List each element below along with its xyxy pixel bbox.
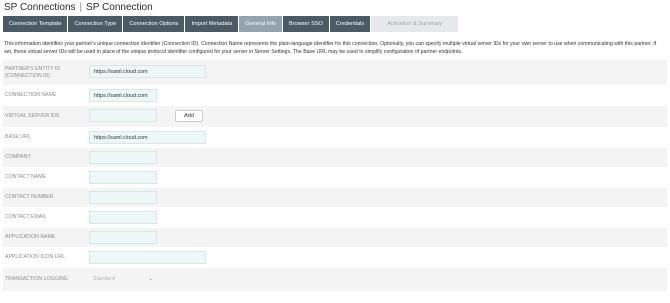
- virtual-server-ids-input[interactable]: [89, 109, 157, 122]
- form-row-contact-email: Contact Email: [3, 208, 667, 228]
- tab-import-metadata[interactable]: Import Metadata: [185, 16, 240, 32]
- application-icon-url-input[interactable]: [89, 251, 206, 264]
- form-row-company: Company: [3, 148, 667, 168]
- contact-email-label: Contact Email: [5, 214, 47, 220]
- breadcrumb-section[interactable]: SP Connections: [4, 2, 76, 13]
- form-row-virtual-server-ids: Virtual Server IDs Add: [3, 106, 667, 128]
- tab-browser-sso[interactable]: Browser SSO: [283, 16, 330, 32]
- form-row-application-icon-url: Application Icon URL: [3, 248, 667, 268]
- form-row-transaction-logging: Transaction Logging Standard ⌄: [3, 268, 667, 292]
- form-row-base-url: Base URL: [3, 128, 667, 148]
- form-row-application-name: Application Name: [3, 228, 667, 248]
- contact-email-input[interactable]: [89, 211, 157, 224]
- company-label: Company: [5, 154, 31, 160]
- form-row-contact-name: Contact Name: [3, 168, 667, 188]
- chevron-down-icon: ⌄: [147, 276, 153, 282]
- application-name-input[interactable]: [89, 231, 157, 244]
- tab-activation-summary: Activation & Summary: [371, 16, 460, 32]
- transaction-logging-value: Standard: [93, 276, 115, 282]
- page-title: SP Connection: [86, 2, 153, 13]
- wizard-tabs: Connection Template Connection Type Conn…: [3, 16, 460, 32]
- contact-number-label: Contact Number: [5, 194, 54, 200]
- tab-connection-template[interactable]: Connection Template: [3, 16, 69, 32]
- application-icon-url-label: Application Icon URL: [5, 254, 66, 260]
- entity-id-input[interactable]: [89, 65, 206, 78]
- transaction-logging-select[interactable]: Standard ⌄: [89, 273, 157, 286]
- entity-id-label: Partner's Entity ID (Connection ID): [5, 65, 61, 79]
- form-row-connection-name: Connection Name: [3, 86, 667, 106]
- tab-general-info[interactable]: General Info: [239, 16, 284, 32]
- contact-name-label: Contact Name: [5, 174, 47, 180]
- breadcrumb-separator: |: [79, 2, 83, 13]
- application-name-label: Application Name: [5, 234, 56, 240]
- intro-description: This information identifies your partner…: [4, 41, 657, 55]
- tab-connection-type[interactable]: Connection Type: [68, 16, 124, 32]
- base-url-input[interactable]: [89, 131, 206, 144]
- contact-number-input[interactable]: [89, 191, 157, 204]
- add-virtual-server-id-button[interactable]: Add: [175, 110, 203, 122]
- connection-name-label: Connection Name: [5, 92, 57, 98]
- virtual-server-ids-label: Virtual Server IDs: [5, 113, 60, 119]
- general-info-form: Partner's Entity ID (Connection ID) Conn…: [3, 60, 667, 292]
- form-row-entity-id: Partner's Entity ID (Connection ID): [3, 60, 667, 86]
- tab-connection-options[interactable]: Connection Options: [123, 16, 186, 32]
- base-url-label: Base URL: [5, 134, 31, 140]
- transaction-logging-label: Transaction Logging: [5, 276, 68, 282]
- form-row-contact-number: Contact Number: [3, 188, 667, 208]
- connection-name-input[interactable]: [89, 89, 157, 102]
- tab-credentials[interactable]: Credentials: [329, 16, 372, 32]
- breadcrumb: SP Connections | SP Connection: [4, 2, 153, 13]
- contact-name-input[interactable]: [89, 171, 157, 184]
- company-input[interactable]: [89, 151, 157, 164]
